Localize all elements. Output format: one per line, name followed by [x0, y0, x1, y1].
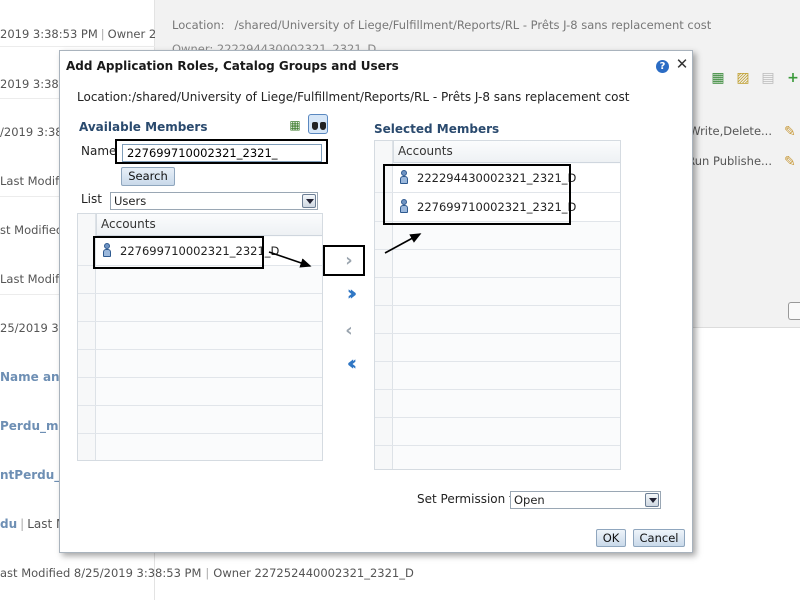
binoculars-icon[interactable]	[308, 114, 328, 134]
dialog-title: Add Application Roles, Catalog Groups an…	[66, 59, 399, 73]
annotation-box-available-row	[93, 236, 264, 269]
accounts-column-header: Accounts	[96, 214, 322, 236]
annotation-box-name	[115, 139, 328, 164]
background-permission-text: ,Run Publishe...	[683, 154, 772, 168]
set-permission-label: Set Permission to	[417, 492, 522, 506]
list-label: List	[81, 192, 102, 206]
annotation-box-selected-rows	[383, 164, 571, 225]
edit-pencil-icon[interactable]: ✎	[784, 125, 798, 139]
move-all-right-icon[interactable]: ››	[338, 283, 360, 305]
edit-pencil-icon[interactable]: ✎	[784, 155, 798, 169]
add-group-icon[interactable]: ▦	[710, 70, 726, 86]
search-button[interactable]: Search	[121, 167, 175, 186]
list-type-value: Users	[114, 194, 147, 208]
background-location: Location:/shared/University of Liege/Ful…	[172, 18, 712, 32]
available-members-title: Available Members	[79, 120, 208, 134]
move-left-icon[interactable]: ‹	[338, 321, 360, 343]
permission-select[interactable]: Open	[510, 491, 661, 509]
cancel-button[interactable]: Cancel	[633, 529, 685, 547]
background-permission-text: ,Write,Delete...	[685, 124, 772, 138]
name-label: Name	[81, 144, 117, 158]
chevron-down-icon[interactable]	[302, 194, 316, 208]
plus-icon[interactable]: +	[785, 70, 800, 86]
selected-members-title: Selected Members	[374, 122, 500, 136]
location-label: Location:	[77, 90, 132, 104]
add-members-dialog: Add Application Roles, Catalog Groups an…	[59, 50, 693, 553]
chevron-down-icon[interactable]	[645, 493, 659, 507]
move-all-left-icon[interactable]: ‹‹	[338, 353, 360, 375]
remove-icon[interactable]: ▤	[760, 70, 776, 86]
accounts-column-header: Accounts	[393, 141, 620, 163]
show-groups-icon[interactable]: ▦	[285, 115, 305, 135]
background-button-edge[interactable]	[788, 302, 800, 320]
ok-button[interactable]: OK	[596, 529, 626, 547]
location-value: /shared/University of Liege/Fulfillment/…	[132, 90, 630, 104]
background-row: 2019 3:38:53 PM|Owner 2222	[0, 27, 155, 41]
background-bottom-row: ast Modified 8/25/2019 3:38:53 PM | Owner …	[0, 566, 414, 580]
add-user-icon[interactable]: ▨	[735, 70, 751, 86]
list-type-select[interactable]: Users	[110, 192, 318, 210]
permission-value: Open	[514, 493, 545, 507]
annotation-box-move-button	[323, 245, 365, 276]
close-icon[interactable]: ✕	[675, 56, 689, 72]
help-icon[interactable]: ?	[656, 60, 669, 73]
